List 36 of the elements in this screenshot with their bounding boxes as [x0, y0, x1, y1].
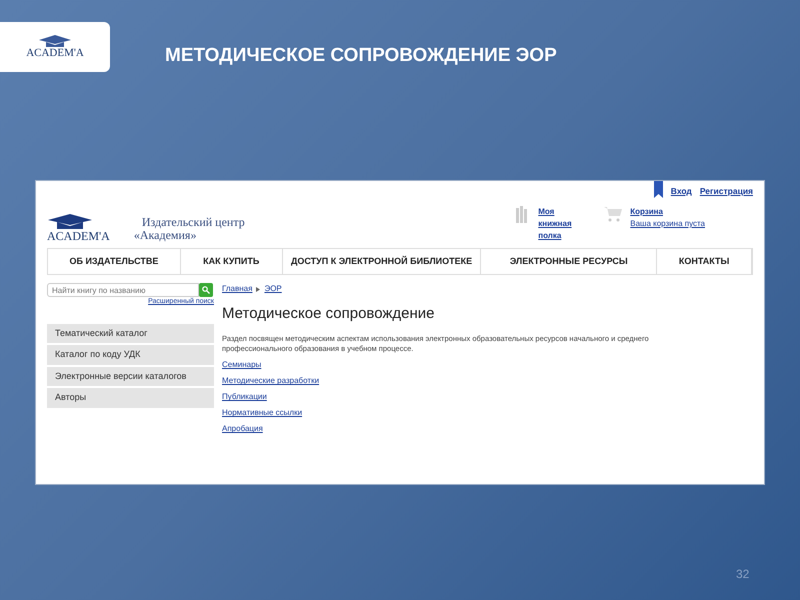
- nav-item[interactable]: ОБ ИЗДАТЕЛЬСТВЕ: [48, 249, 181, 274]
- breadcrumb-link[interactable]: ЭОР: [264, 283, 282, 295]
- shelf-link[interactable]: Моя книжная полка: [538, 206, 580, 242]
- sidebar-item[interactable]: Тематический каталог: [47, 324, 214, 343]
- breadcrumb-link[interactable]: Главная: [222, 283, 252, 295]
- page-heading: Методическое сопровождение: [222, 304, 436, 324]
- section-link[interactable]: Методические разработки: [222, 375, 320, 388]
- sidebar-item[interactable]: Электронные версии каталогов: [47, 366, 214, 386]
- section-link[interactable]: Публикации: [222, 391, 267, 404]
- sidebar-item[interactable]: Каталог по коду УДК: [47, 345, 214, 364]
- breadcrumb-separator-icon: [256, 286, 260, 292]
- mortarboard-icon: [47, 214, 93, 230]
- publisher-name: Издательский центр: [142, 216, 245, 229]
- section-link[interactable]: Семинары: [222, 359, 262, 372]
- cart-status: Ваша корзина пуста: [630, 218, 705, 230]
- bookmark-icon: [654, 181, 663, 198]
- nav-item[interactable]: КОНТАКТЫ: [657, 249, 752, 274]
- auth-link[interactable]: Регистрация: [700, 185, 753, 198]
- logo-text: ACADEM'A: [26, 48, 84, 59]
- mortarboard-icon: [38, 35, 72, 48]
- logo-text: ACADEM'A: [47, 230, 110, 242]
- publisher-name: «Академия»: [134, 228, 196, 242]
- search-field[interactable]: Найти книгу по названию: [47, 283, 199, 297]
- cart-icon: [604, 206, 622, 222]
- nav-item[interactable]: ДОСТУП К ЭЛЕКТРОННОЙ БИБЛИОТЕКЕ: [282, 249, 482, 274]
- section-link[interactable]: Апробация: [222, 423, 263, 436]
- cart-link[interactable]: Корзина: [630, 206, 705, 218]
- section-link[interactable]: Нормативные ссылки: [222, 407, 302, 420]
- nav-item[interactable]: КАК КУПИТЬ: [180, 249, 283, 274]
- slide-title: МЕТОДИЧЕСКОЕ СОПРОВОЖДЕНИЕ ЭОР: [165, 44, 557, 68]
- auth-link[interactable]: Вход: [670, 185, 692, 198]
- search-icon: [202, 286, 210, 294]
- slide-number: 32: [736, 566, 750, 583]
- nav-item[interactable]: ЭЛЕКТРОННЫЕ РЕСУРСЫ: [481, 249, 658, 274]
- search-button[interactable]: [199, 283, 213, 297]
- sidebar-item[interactable]: Авторы: [47, 388, 214, 408]
